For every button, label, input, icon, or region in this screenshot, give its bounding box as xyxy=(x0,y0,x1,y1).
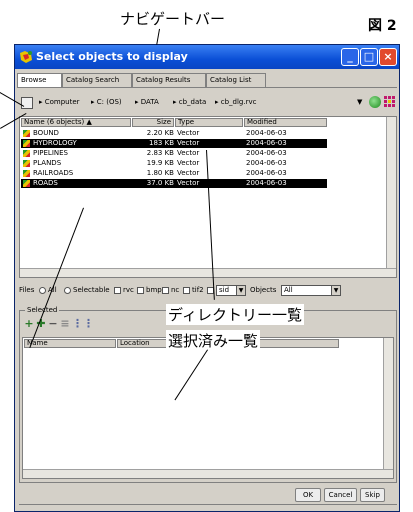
table-row[interactable]: PIPELINES 2.83 KB Vector 2004-06-03 xyxy=(21,149,327,158)
cell-size: 37.0 KB xyxy=(146,179,174,187)
checkbox-tif2[interactable] xyxy=(183,287,190,294)
title-bar: Select objects to display _ □ × xyxy=(15,45,399,69)
window-title: Select objects to display xyxy=(36,50,188,63)
ok-button[interactable]: OK xyxy=(295,488,321,502)
vector-object-icon xyxy=(23,130,30,137)
vector-object-icon xyxy=(23,140,30,147)
cell-type: Vector xyxy=(177,129,200,137)
cancel-button[interactable]: Cancel xyxy=(324,488,357,502)
bmp-label: bmp xyxy=(146,286,162,294)
nav-annotation-leader xyxy=(156,28,160,45)
folder-up-icon[interactable] xyxy=(21,97,33,109)
table-row[interactable]: ROADS 37.0 KB Vector 2004-06-03 xyxy=(21,179,327,188)
table-row[interactable]: HYDROLOGY 183 KB Vector 2004-06-03 xyxy=(21,139,327,148)
checkbox-nc[interactable] xyxy=(162,287,169,294)
extension-select[interactable]: sid ▼ xyxy=(216,285,246,296)
cell-modified: 2004-06-03 xyxy=(246,169,287,177)
crumb-cb-data[interactable]: ▸ cb_data xyxy=(173,98,206,106)
files-label: Files xyxy=(19,286,35,294)
figure-label: 図 2 xyxy=(368,18,397,34)
cell-size: 2.20 KB xyxy=(146,129,174,137)
cell-size: 1.80 KB xyxy=(146,169,174,177)
status-bar xyxy=(19,504,397,511)
vector-object-icon xyxy=(23,170,30,177)
header-modified[interactable]: Modified xyxy=(244,118,327,127)
header-size[interactable]: Size xyxy=(132,118,174,127)
remove-icon[interactable]: − xyxy=(48,318,58,329)
close-button[interactable]: × xyxy=(379,48,397,66)
cell-name: ROADS xyxy=(33,179,58,187)
maximize-button[interactable]: □ xyxy=(360,48,378,66)
selected-header-name[interactable]: Name xyxy=(24,339,116,348)
select-objects-window: Select objects to display _ □ × Browse C… xyxy=(14,44,400,512)
cell-type: Vector xyxy=(177,149,200,157)
vertical-scrollbar[interactable] xyxy=(386,117,396,277)
cell-size: 2.83 KB xyxy=(146,149,174,157)
nav-bar-annotation: ナビゲートバー xyxy=(120,10,226,28)
cell-type: Vector xyxy=(177,159,200,167)
chevron-down-icon: ▼ xyxy=(331,286,340,295)
radio-selectable[interactable] xyxy=(64,287,71,294)
cell-modified: 2004-06-03 xyxy=(246,129,287,137)
cell-name: PLANDS xyxy=(33,159,62,167)
tif2-label: tif2 xyxy=(192,286,204,294)
file-filter-bar: Files All Selectable rvc bmp nc tif2 sid… xyxy=(19,285,397,297)
crumb-drive[interactable]: ▸ C: (OS) xyxy=(91,98,122,106)
cell-modified: 2004-06-03 xyxy=(246,179,287,187)
cell-type: Vector xyxy=(177,169,200,177)
horizontal-scrollbar[interactable] xyxy=(20,268,396,277)
grid-icon[interactable]: ⋮⋮ xyxy=(72,318,94,329)
tab-catalog-results[interactable]: Catalog Results xyxy=(132,73,206,87)
tab-browse[interactable]: Browse xyxy=(17,73,62,87)
grid-icon[interactable] xyxy=(384,96,396,108)
selected-list: Name Location xyxy=(22,337,394,479)
minimize-button[interactable]: _ xyxy=(341,48,359,66)
header-type[interactable]: Type xyxy=(175,118,243,127)
header-name[interactable]: Name (6 objects) ▲ xyxy=(21,118,131,127)
cell-name: PIPELINES xyxy=(33,149,68,157)
crumb-computer[interactable]: ▸ Computer xyxy=(39,98,80,106)
cell-type: Vector xyxy=(177,139,200,147)
cell-size: 183 KB xyxy=(149,139,174,147)
navigation-bar: ▸ Computer ▸ C: (OS) ▸ DATA ▸ cb_data ▸ … xyxy=(19,95,397,112)
remove-all-icon[interactable]: ≡ xyxy=(60,318,70,329)
chevron-down-icon[interactable]: ▼ xyxy=(357,98,362,106)
cell-name: HYDROLOGY xyxy=(33,139,77,147)
checkbox-rvc[interactable] xyxy=(114,287,121,294)
selectable-label: Selectable xyxy=(73,286,110,294)
vector-object-icon xyxy=(23,160,30,167)
radio-all[interactable] xyxy=(39,287,46,294)
cell-modified: 2004-06-03 xyxy=(246,159,287,167)
table-row[interactable]: PLANDS 19.9 KB Vector 2004-06-03 xyxy=(21,159,327,168)
cell-size: 19.9 KB xyxy=(146,159,174,167)
selected-horizontal-scrollbar[interactable] xyxy=(23,469,393,478)
table-row[interactable]: RAILROADS 1.80 KB Vector 2004-06-03 xyxy=(21,169,327,178)
tab-divider xyxy=(17,87,397,88)
cell-name: BOUND xyxy=(33,129,59,137)
cell-modified: 2004-06-03 xyxy=(246,139,287,147)
add-icon[interactable]: + xyxy=(24,318,34,329)
crumb-data[interactable]: ▸ DATA xyxy=(135,98,159,106)
vector-object-icon xyxy=(23,150,30,157)
directory-list-annotation: ディレクトリー一覧 xyxy=(166,304,304,325)
table-row[interactable]: BOUND 2.20 KB Vector 2004-06-03 xyxy=(21,129,327,138)
tab-catalog-list[interactable]: Catalog List xyxy=(206,73,266,87)
cell-modified: 2004-06-03 xyxy=(246,149,287,157)
checkbox-bmp[interactable] xyxy=(137,287,144,294)
tab-catalog-search[interactable]: Catalog Search xyxy=(62,73,132,87)
objects-select[interactable]: All ▼ xyxy=(281,285,341,296)
rvc-label: rvc xyxy=(123,286,134,294)
vector-object-icon xyxy=(23,180,30,187)
selected-list-annotation: 選択済み一覧 xyxy=(166,330,261,351)
globe-icon[interactable] xyxy=(369,96,381,108)
objects-label: Objects xyxy=(250,286,277,294)
chevron-down-icon: ▼ xyxy=(236,286,245,295)
crumb-rvc[interactable]: ▸ cb_dlg.rvc xyxy=(215,98,256,106)
cell-name: RAILROADS xyxy=(33,169,74,177)
app-icon xyxy=(20,51,32,63)
selected-vertical-scrollbar[interactable] xyxy=(383,338,393,478)
nc-label: nc xyxy=(171,286,180,294)
skip-button[interactable]: Skip xyxy=(360,488,385,502)
cell-type: Vector xyxy=(177,179,200,187)
